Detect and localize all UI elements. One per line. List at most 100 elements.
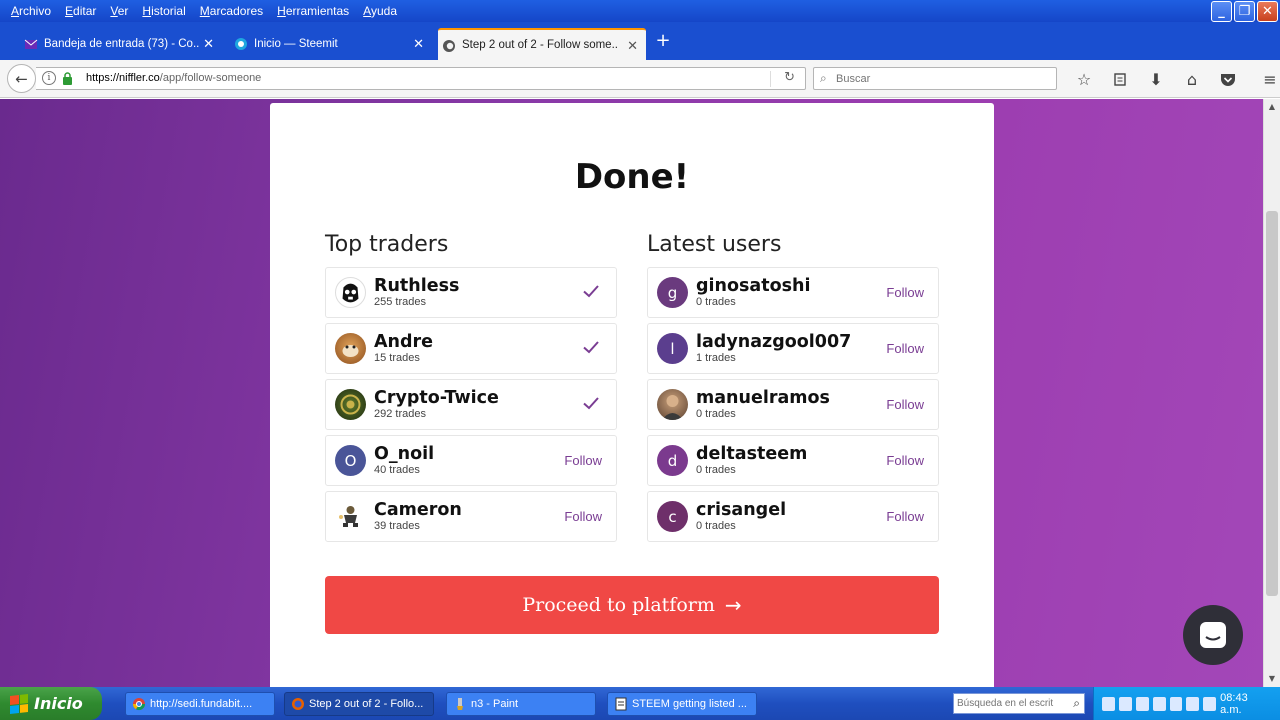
scroll-up-icon[interactable]: ▲ <box>1264 99 1280 115</box>
chat-icon <box>1200 622 1226 648</box>
url-path: /app/follow-someone <box>159 72 262 84</box>
user-name: ginosatoshi <box>696 276 811 296</box>
trade-count: 255 trades <box>374 296 426 308</box>
trader-row: Crypto-Twice 292 trades <box>325 379 617 430</box>
user-row: c crisangel 0 trades Follow <box>647 491 939 542</box>
tray-folder-icon[interactable] <box>1152 696 1166 711</box>
tab-title: Bandeja de entrada (73) - Co... <box>44 38 199 50</box>
tray-info-icon[interactable] <box>1186 696 1200 711</box>
menu-editar[interactable]: Editar <box>58 4 103 18</box>
taskbar-item-title: STEEM getting listed ... <box>632 698 747 710</box>
menu-archivo[interactable]: Archivo <box>4 4 58 18</box>
taskbar-item-firefox[interactable]: Step 2 out of 2 - Follo... <box>284 692 434 716</box>
tab-title: Inicio — Steemit <box>254 38 338 50</box>
scroll-thumb[interactable] <box>1266 211 1278 596</box>
search-icon[interactable]: ⌕ <box>1073 696 1080 711</box>
bookmark-star-icon[interactable]: ☆ <box>1066 68 1102 90</box>
chat-launcher-button[interactable] <box>1183 605 1243 665</box>
windows-logo-icon <box>10 693 28 714</box>
menu-bar: Archivo Editar Ver Historial Marcadores … <box>0 0 1280 22</box>
follow-button[interactable]: Follow <box>564 453 602 468</box>
tray-search-icon[interactable] <box>1118 696 1132 711</box>
trader-row: Cameron 39 trades Follow <box>325 491 617 542</box>
follow-button[interactable]: Follow <box>886 397 924 412</box>
menu-marcadores[interactable]: Marcadores <box>193 4 270 18</box>
taskbar-item-title: Step 2 out of 2 - Follo... <box>309 698 424 710</box>
reload-icon[interactable]: ↻ <box>784 70 795 85</box>
search-icon: ⌕ <box>820 71 827 85</box>
tab-mail[interactable]: Bandeja de entrada (73) - Co... ✕ <box>20 28 222 60</box>
menu-list: Archivo Editar Ver Historial Marcadores … <box>0 0 1280 22</box>
restore-button[interactable]: ❐ <box>1234 1 1255 22</box>
follow-button[interactable]: Follow <box>564 509 602 524</box>
back-arrow-icon[interactable]: ← <box>7 64 36 93</box>
latest-users-title: Latest users <box>647 232 782 257</box>
menu-herramientas[interactable]: Herramientas <box>270 4 356 18</box>
search-input[interactable] <box>836 70 1046 87</box>
taskbar-item-document[interactable]: STEEM getting listed ... <box>607 692 757 716</box>
arrow-right-icon: → <box>724 593 742 617</box>
search-bar[interactable]: ⌕ <box>813 67 1057 90</box>
tab-niffler[interactable]: Step 2 out of 2 - Follow some... ✕ <box>438 28 646 60</box>
avatar: l <box>657 333 688 364</box>
trader-name: O_noil <box>374 444 435 464</box>
address-bar[interactable]: i https://niffler.co/app/follow-someone … <box>36 67 806 90</box>
download-icon[interactable]: ⬇ <box>1138 68 1174 90</box>
trader-name: Ruthless <box>374 276 460 296</box>
taskbar-item-chrome[interactable]: http://sedi.fundabit.... <box>125 692 275 716</box>
user-name: deltasteem <box>696 444 808 464</box>
menu-historial[interactable]: Historial <box>135 4 192 18</box>
avatar <box>335 389 366 420</box>
tab-close-icon[interactable]: ✕ <box>203 37 214 52</box>
trader-name: Andre <box>374 332 434 352</box>
user-row: manuelramos 0 trades Follow <box>647 379 939 430</box>
trade-count: 0 trades <box>696 464 736 476</box>
window-controls: _ ❐ ✕ <box>1211 1 1278 22</box>
new-tab-plus-icon[interactable]: + <box>654 30 672 54</box>
proceed-button[interactable]: Proceed to platform → <box>325 576 939 634</box>
avatar <box>657 389 688 420</box>
avatar <box>335 333 366 364</box>
close-window-button[interactable]: ✕ <box>1257 1 1278 22</box>
home-icon[interactable]: ⌂ <box>1174 68 1210 90</box>
desktop-search-box[interactable]: ⌕ <box>953 693 1085 714</box>
latest-users-list: g ginosatoshi 0 trades Follow l ladynazg… <box>647 267 939 547</box>
tray-back-icon[interactable] <box>1102 696 1115 711</box>
checkmark-icon[interactable] <box>582 394 600 412</box>
taskbar-item-paint[interactable]: n3 - Paint <box>446 692 596 716</box>
tab-steemit[interactable]: Inicio — Steemit ✕ <box>230 28 432 60</box>
avatar <box>335 501 366 532</box>
follow-button[interactable]: Follow <box>886 341 924 356</box>
taskbar-item-title: n3 - Paint <box>471 698 519 710</box>
taskbar-item-title: http://sedi.fundabit.... <box>150 698 253 710</box>
user-row: g ginosatoshi 0 trades Follow <box>647 267 939 318</box>
pocket-icon[interactable] <box>1210 68 1246 90</box>
tray-shield-icon[interactable] <box>1203 696 1217 711</box>
minimize-button[interactable]: _ <box>1211 1 1232 22</box>
start-button[interactable]: Inicio <box>0 687 102 720</box>
url-text[interactable]: https://niffler.co/app/follow-someone <box>86 72 261 84</box>
paint-icon <box>457 698 463 710</box>
tab-close-icon[interactable]: ✕ <box>627 39 638 54</box>
follow-button[interactable]: Follow <box>886 509 924 524</box>
follow-button[interactable]: Follow <box>886 453 924 468</box>
menu-ver[interactable]: Ver <box>103 4 135 18</box>
follow-button[interactable]: Follow <box>886 285 924 300</box>
tray-display-icon[interactable] <box>1169 696 1183 711</box>
checkmark-icon[interactable] <box>582 282 600 300</box>
vertical-scrollbar[interactable]: ▲ ▼ <box>1263 99 1280 687</box>
scroll-down-icon[interactable]: ▼ <box>1264 671 1280 687</box>
chrome-icon <box>133 698 145 711</box>
avatar: c <box>657 501 688 532</box>
tab-close-icon[interactable]: ✕ <box>413 37 424 52</box>
tray-network-icon[interactable] <box>1135 696 1149 711</box>
system-clock[interactable]: 08:43 a.m. <box>1220 692 1268 716</box>
site-info-icon[interactable]: i <box>42 71 56 85</box>
menu-ayuda[interactable]: Ayuda <box>356 4 404 18</box>
reading-list-icon[interactable] <box>1102 68 1138 90</box>
hamburger-menu-icon[interactable]: ≡ <box>1252 68 1280 90</box>
checkmark-icon[interactable] <box>582 338 600 356</box>
page-title: Done! <box>574 157 690 197</box>
lock-icon[interactable] <box>62 72 73 85</box>
desktop-search-input[interactable] <box>957 696 1061 711</box>
